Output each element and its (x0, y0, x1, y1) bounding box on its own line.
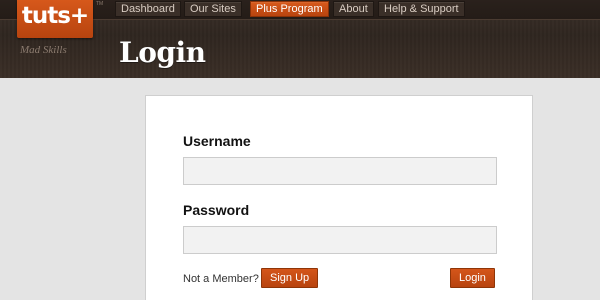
login-button[interactable]: Login (450, 268, 495, 288)
tuts-plus-logo[interactable]: tuts+ (17, 0, 93, 38)
nav-item-dashboard[interactable]: Dashboard (115, 1, 181, 17)
tagline: Mad Skills (20, 44, 67, 56)
nav-item-help-support[interactable]: Help & Support (378, 1, 465, 17)
username-input[interactable] (183, 157, 497, 185)
trademark-mark: TM (96, 1, 104, 7)
sign-up-button[interactable]: Sign Up (261, 268, 319, 288)
site-header: tuts+ TM Mad Skills Dashboard Our Sites … (0, 0, 600, 78)
password-input[interactable] (183, 226, 497, 254)
nav-item-about[interactable]: About (333, 1, 374, 17)
page-title: Login (119, 36, 206, 69)
member-prompt: Not a Member? (183, 273, 259, 285)
logo-text: tuts+ (21, 3, 89, 29)
password-label: Password (183, 202, 250, 218)
username-label: Username (183, 133, 251, 149)
nav-item-our-sites[interactable]: Our Sites (184, 1, 242, 17)
nav-item-plus-program[interactable]: Plus Program (250, 1, 329, 17)
login-panel: Username Password Not a Member? Sign Up … (145, 95, 533, 300)
